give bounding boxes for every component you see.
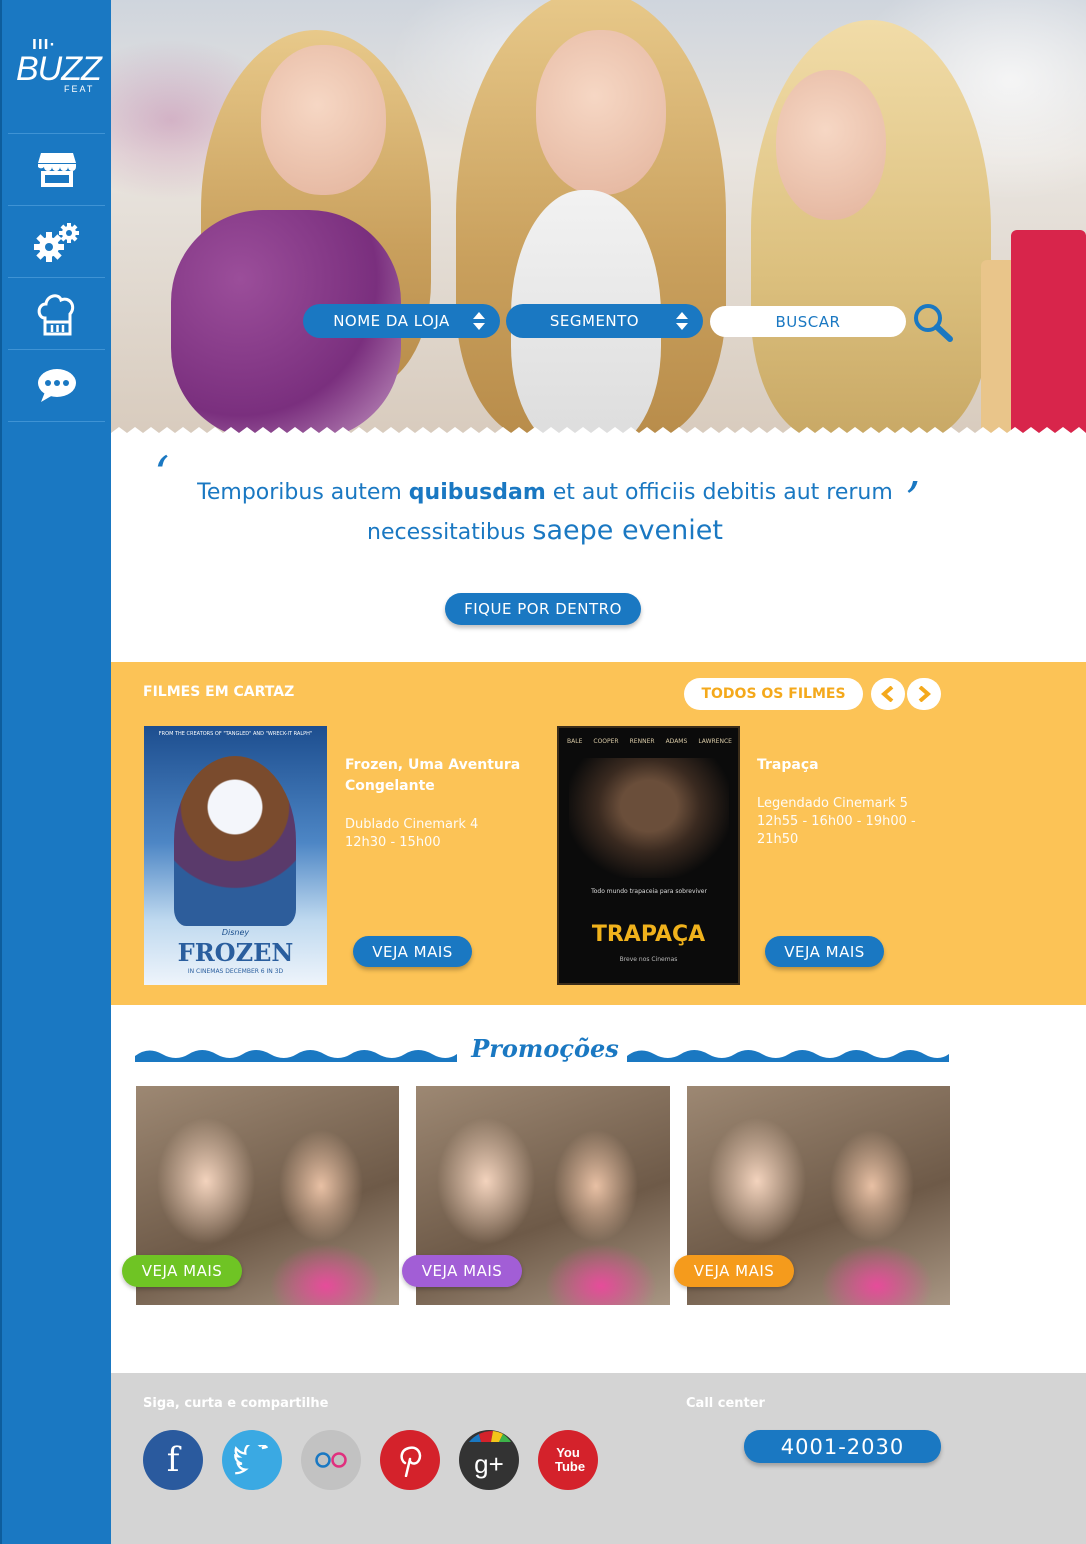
twitter-link[interactable] [222,1430,282,1490]
movies-section-title: FILMES EM CARTAZ [143,684,295,700]
footer: Siga, curta e compartilhe Call center f … [111,1373,1086,1544]
movie-cinema: Legendado Cinemark 5 [757,796,908,811]
chef-hat-icon [37,294,74,336]
promotions-title: Promoções [471,1034,619,1063]
quote-large-text: saepe eveniet [532,515,723,546]
quote-text: necessitatibus [367,520,533,545]
sidebar-item-services[interactable] [8,206,105,278]
quote-text: Temporibus autem [197,480,409,505]
flickr-link[interactable] [301,1430,361,1490]
search-input-placeholder: BUSCAR [775,312,841,331]
movie-title[interactable]: Frozen, Uma Aventura Congelante [345,755,545,797]
movies-next-button[interactable] [907,678,941,710]
movie-cinema: Dublado Cinemark 4 [345,817,479,832]
flickr-icon [315,1452,347,1468]
sidebar: III· BUZZ FEAT [0,0,111,1544]
hero-figure-hair [751,20,991,440]
pinterest-link[interactable] [380,1430,440,1490]
movie-poster-frozen[interactable]: FROM THE CREATORS OF "TANGLED" AND "WREC… [144,726,327,985]
hero-figure-face [776,70,886,220]
poster-cast-name: BALE [567,738,583,745]
chevron-right-icon [918,686,931,702]
section-wave-left [135,1050,457,1062]
google-plus-link[interactable]: g+ [459,1430,519,1490]
call-center-label: Call center [686,1396,765,1411]
promo-see-more-button[interactable]: VEJA MAIS [674,1255,794,1287]
poster-release: Breve nos Cinemas [619,956,678,963]
movie-times: 12h55 - 16h00 - 19h00 - 21h50 [757,814,916,847]
store-icon [37,153,76,187]
hero-figure-face [261,45,386,195]
movie-session-info: Dublado Cinemark 4 12h30 - 15h00 [345,816,525,852]
promo-see-more-button[interactable]: VEJA MAIS [122,1255,242,1287]
search-input[interactable]: BUSCAR [710,306,906,337]
frozen-see-more-button[interactable]: VEJA MAIS [353,936,472,967]
movies-prev-button[interactable] [871,678,905,710]
poster-tagline: FROM THE CREATORS OF "TANGLED" AND "WREC… [158,731,313,737]
movie-poster-trapaca[interactable]: BALE COOPER RENNER ADAMS LAWRENCE Todo m… [557,726,740,985]
store-name-select-label: NOME DA LOJA [333,312,450,330]
hero-zigzag-edge [111,427,1086,440]
search-icon[interactable] [912,302,954,342]
chevron-left-icon [881,686,894,702]
poster-title: FROZEN [177,938,294,967]
poster-tagline: Todo mundo trapaceia para sobreviver [591,888,707,895]
trapaca-see-more-button[interactable]: VEJA MAIS [765,936,884,967]
movies-section: FILMES EM CARTAZ TODOS OS FILMES FROM TH… [111,662,1086,1005]
poster-cast-name: ADAMS [665,738,688,745]
facebook-link[interactable]: f [143,1430,203,1490]
section-wave-right [627,1050,949,1062]
poster-cast-name: RENNER [629,738,655,745]
stay-informed-button[interactable]: FIQUE POR DENTRO [445,593,641,625]
google-plus-icon: g+ [474,1448,504,1479]
promo-see-more-button[interactable]: VEJA MAIS [402,1255,522,1287]
sidebar-item-food[interactable] [8,278,105,350]
poster-brand: Disney [221,928,250,937]
segment-select[interactable]: SEGMENTO [506,304,703,338]
movie-session-info: Legendado Cinemark 5 12h55 - 16h00 - 19h… [757,795,937,849]
gears-icon [33,223,79,262]
movie-title[interactable]: Trapaça [757,755,957,776]
call-center-phone[interactable]: 4001-2030 [744,1430,941,1463]
open-quote-icon: ‘ [154,446,170,502]
brand-logo[interactable]: III· BUZZ FEAT [14,36,102,100]
hero-shopping-bag [1011,230,1086,440]
poster-characters [174,756,296,926]
intro-quote: Temporibus autem quibusdam et aut offici… [180,474,910,552]
sidebar-item-stores[interactable] [8,134,105,206]
poster-title: TRAPAÇA [591,922,706,947]
movie-times: 12h30 - 15h00 [345,835,441,850]
chat-bubble-icon [37,369,76,402]
pinterest-icon [400,1446,422,1477]
segment-select-label: SEGMENTO [549,312,640,330]
poster-cast-name: LAWRENCE [698,738,732,745]
hero-banner [111,0,1086,440]
sort-arrows-icon [473,312,485,330]
poster-cast-name: COOPER [593,738,619,745]
hero-figure-face [536,30,666,195]
facebook-icon: f [166,1440,180,1480]
youtube-link[interactable]: You Tube [538,1430,598,1490]
logo-sub: FEAT [64,84,95,94]
quote-bold-text: quibusdam [408,480,546,505]
all-movies-button[interactable]: TODOS OS FILMES [684,678,863,710]
nav-divider [8,421,105,422]
sort-arrows-icon [676,312,688,330]
quote-text: et aut officiis debitis aut rerum [545,480,893,505]
twitter-icon [234,1445,269,1475]
poster-cast-photo [569,758,729,878]
close-quote-icon: ’ [905,472,921,528]
social-label: Siga, curta e compartilhe [143,1396,329,1411]
youtube-icon: You Tube [555,1445,586,1474]
store-name-select[interactable]: NOME DA LOJA [303,304,500,338]
poster-cast-list: BALE COOPER RENNER ADAMS LAWRENCE [567,738,732,745]
sidebar-item-contact[interactable] [8,350,105,422]
poster-release: IN CINEMAS DECEMBER 6 IN 3D [187,968,284,975]
